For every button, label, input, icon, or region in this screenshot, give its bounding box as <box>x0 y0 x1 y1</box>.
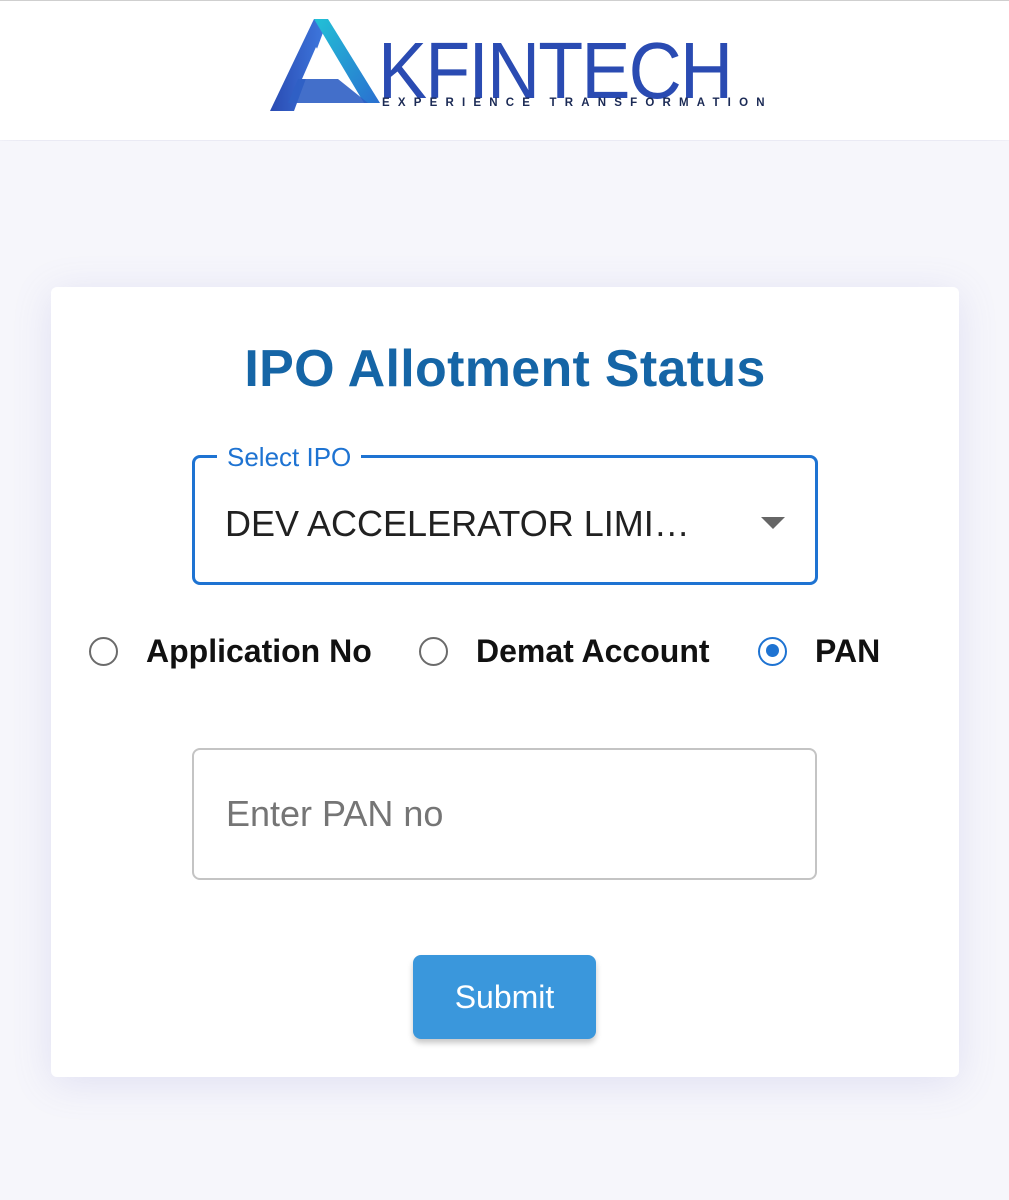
radio-label-pan: PAN <box>815 632 881 669</box>
radio-button-pan[interactable] <box>758 636 787 666</box>
radio-button-application-no[interactable] <box>89 636 118 666</box>
select-ipo-label: Select IPO <box>217 440 362 474</box>
radio-pan[interactable]: PAN <box>758 631 880 671</box>
submit-button[interactable]: Submit <box>413 955 596 1039</box>
site-header: KFINTECH EXPERIENCE TRANSFORMATION <box>0 0 1009 140</box>
kfintech-logo-mark-icon <box>270 19 380 111</box>
logo-tagline: EXPERIENCE TRANSFORMATION <box>382 97 773 109</box>
select-ipo-dropdown[interactable]: Select IPO DEV ACCELERATOR LIMI… <box>192 440 818 585</box>
search-type-radio-group: Application No Demat Account PAN <box>89 631 949 671</box>
radio-button-demat-account[interactable] <box>419 636 448 666</box>
radio-application-no[interactable]: Application No <box>89 631 372 671</box>
select-ipo-value: DEV ACCELERATOR LIMI… <box>225 503 690 544</box>
dropdown-arrow-icon[interactable] <box>761 517 785 529</box>
allotment-form-card: IPO Allotment Status Select IPO DEV ACCE… <box>51 287 959 1077</box>
radio-demat-account[interactable]: Demat Account <box>419 631 710 671</box>
page-title: IPO Allotment Status <box>244 340 766 398</box>
kfintech-logo[interactable]: KFINTECH EXPERIENCE TRANSFORMATION <box>268 17 765 117</box>
radio-label-application-no: Application No <box>146 632 372 669</box>
radio-label-demat-account: Demat Account <box>476 632 710 669</box>
pan-number-input[interactable] <box>192 748 817 880</box>
